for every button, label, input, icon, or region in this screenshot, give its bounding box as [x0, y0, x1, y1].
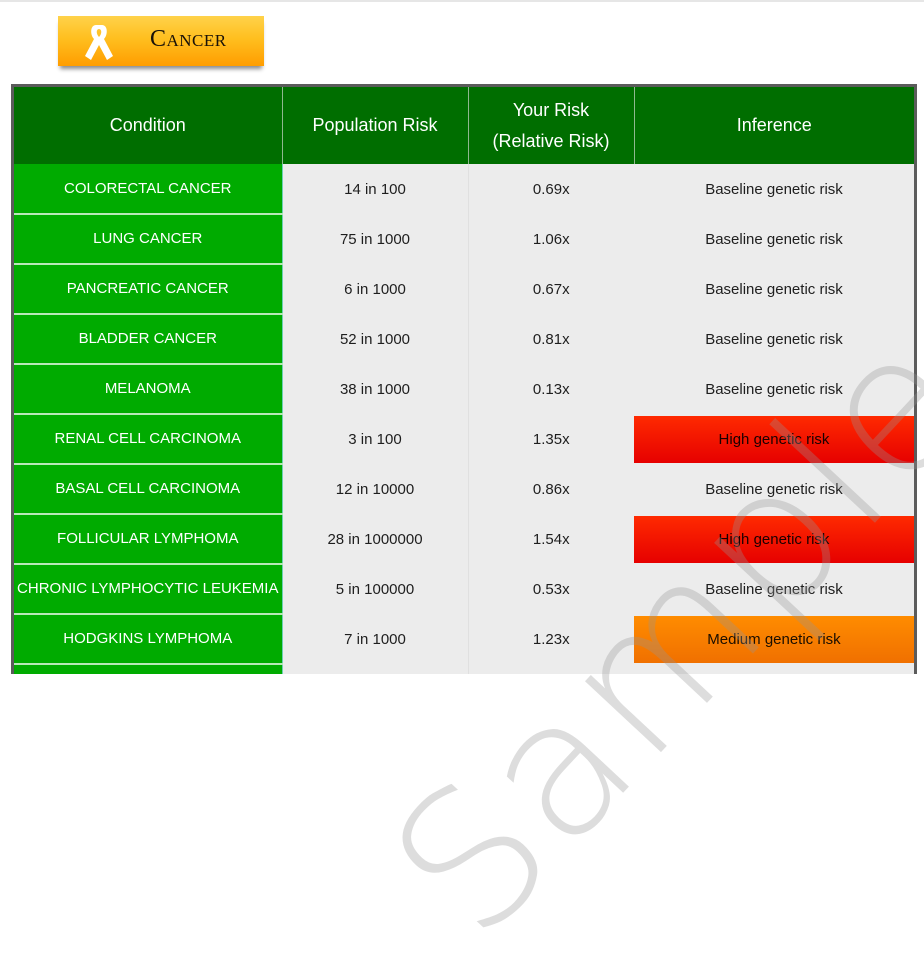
condition-cell: COLORECTAL CANCER	[14, 164, 283, 215]
condition-cell: MELANOMA	[14, 364, 283, 415]
condition-cell: RENAL CELL CARCINOMA	[14, 414, 283, 465]
inference-cell: High genetic risk	[634, 414, 914, 464]
condition-cell: BASAL CELL CARCINOMA	[14, 464, 283, 515]
inference-badge: Baseline genetic risk	[705, 380, 843, 398]
population-risk-cell: 5 in 100000	[282, 564, 469, 614]
inference-badge: Baseline genetic risk	[705, 330, 843, 348]
population-risk-cell	[282, 664, 469, 674]
table-row: FOLLICULAR LYMPHOMA 28 in 1000000 1.54x Hig…	[14, 514, 914, 565]
inference-badge	[634, 666, 914, 675]
population-risk-cell: 75 in 1000	[282, 214, 469, 264]
population-risk-cell: 3 in 100	[282, 414, 469, 464]
inference-badge: Baseline genetic risk	[705, 180, 843, 198]
table-header-row: Condition Population Risk Your Risk (Rel…	[14, 87, 914, 164]
inference-badge: High genetic risk	[634, 515, 914, 563]
table-row: CHRONIC LYMPHOCYTIC LEUKEMIA 5 in 100000 0…	[14, 564, 914, 615]
inference-cell: Baseline genetic risk	[634, 464, 914, 514]
header-your-risk: Your Risk (Relative Risk)	[468, 87, 635, 164]
inference-cell: Baseline genetic risk	[634, 164, 914, 214]
table-row	[14, 664, 914, 674]
relative-risk-cell: 0.81x	[532, 330, 570, 348]
relative-risk-cell: 0.67x	[532, 280, 570, 298]
header-your-risk-line2: (Relative Risk)	[492, 130, 610, 151]
inference-badge: Baseline genetic risk	[705, 280, 843, 298]
relative-risk-cell: 1.06x	[532, 230, 570, 248]
population-risk-cell: 14 in 100	[282, 164, 469, 214]
inference-cell: Baseline genetic risk	[634, 264, 914, 314]
inference-badge: Baseline genetic risk	[705, 480, 843, 498]
relative-risk-cell	[468, 664, 634, 674]
table-row: MELANOMA 38 in 1000 0.13x Baseline genetic …	[14, 364, 914, 415]
header-population-risk: Population Risk	[282, 87, 469, 164]
population-risk-cell: 52 in 1000	[282, 314, 469, 364]
relative-risk-cell: 0.69x	[532, 180, 570, 198]
table-row: PANCREATIC CANCER 6 in 1000 0.67x Baseline …	[14, 264, 914, 315]
awareness-ribbon-icon	[85, 25, 113, 60]
table-row: BASAL CELL CARCINOMA 12 in 10000 0.86x Base…	[14, 464, 914, 515]
inference-cell	[634, 664, 914, 674]
relative-risk-cell: 1.23x	[532, 630, 570, 648]
section-title: Cancer	[150, 26, 227, 52]
population-risk-cell: 28 in 1000000	[282, 514, 469, 564]
population-risk-cell: 38 in 1000	[282, 364, 469, 414]
inference-cell: Baseline genetic risk	[634, 564, 914, 614]
condition-cell	[14, 664, 283, 674]
inference-cell: Baseline genetic risk	[634, 364, 914, 414]
inference-badge: High genetic risk	[634, 415, 914, 463]
table-row: BLADDER CANCER 52 in 1000 0.81x Baseline ge…	[14, 314, 914, 365]
inference-cell: Medium genetic risk	[634, 614, 914, 664]
inference-badge: Medium genetic risk	[634, 615, 914, 663]
population-risk-cell: 6 in 1000	[282, 264, 469, 314]
condition-cell: LUNG CANCER	[14, 214, 283, 265]
relative-risk-cell: 1.35x	[532, 430, 570, 448]
table-row: HODGKINS LYMPHOMA 7 in 1000 1.23x Medium ge…	[14, 614, 914, 665]
table-row: RENAL CELL CARCINOMA 3 in 100 1.35x High ge…	[14, 414, 914, 465]
inference-cell: Baseline genetic risk	[634, 314, 914, 364]
condition-cell: PANCREATIC CANCER	[14, 264, 283, 315]
condition-cell: HODGKINS LYMPHOMA	[14, 614, 283, 665]
risk-table-container: Condition Population Risk Your Risk (Rel…	[11, 84, 917, 674]
inference-cell: Baseline genetic risk	[634, 214, 914, 264]
header-your-risk-line1: Your Risk	[512, 99, 590, 120]
header-inference: Inference	[634, 87, 914, 164]
relative-risk-cell: 0.13x	[532, 380, 570, 398]
inference-cell: High genetic risk	[634, 514, 914, 564]
table-row: COLORECTAL CANCER 14 in 100 0.69x Baseline …	[14, 164, 914, 215]
relative-risk-cell: 1.54x	[532, 530, 570, 548]
condition-cell: BLADDER CANCER	[14, 314, 283, 365]
top-divider	[0, 0, 924, 2]
population-risk-cell: 7 in 1000	[282, 614, 469, 664]
condition-cell: FOLLICULAR LYMPHOMA	[14, 514, 283, 565]
header-condition: Condition	[14, 87, 283, 164]
condition-cell: CHRONIC LYMPHOCYTIC LEUKEMIA	[14, 564, 283, 615]
relative-risk-cell: 0.86x	[532, 480, 570, 498]
inference-badge: Baseline genetic risk	[705, 580, 843, 598]
inference-badge: Baseline genetic risk	[705, 230, 843, 248]
population-risk-cell: 12 in 10000	[282, 464, 469, 514]
relative-risk-cell: 0.53x	[532, 580, 570, 598]
section-badge: Cancer	[58, 16, 264, 66]
risk-table: Condition Population Risk Your Risk (Rel…	[14, 87, 914, 674]
table-row: LUNG CANCER 75 in 1000 1.06x Baseline genet…	[14, 214, 914, 265]
